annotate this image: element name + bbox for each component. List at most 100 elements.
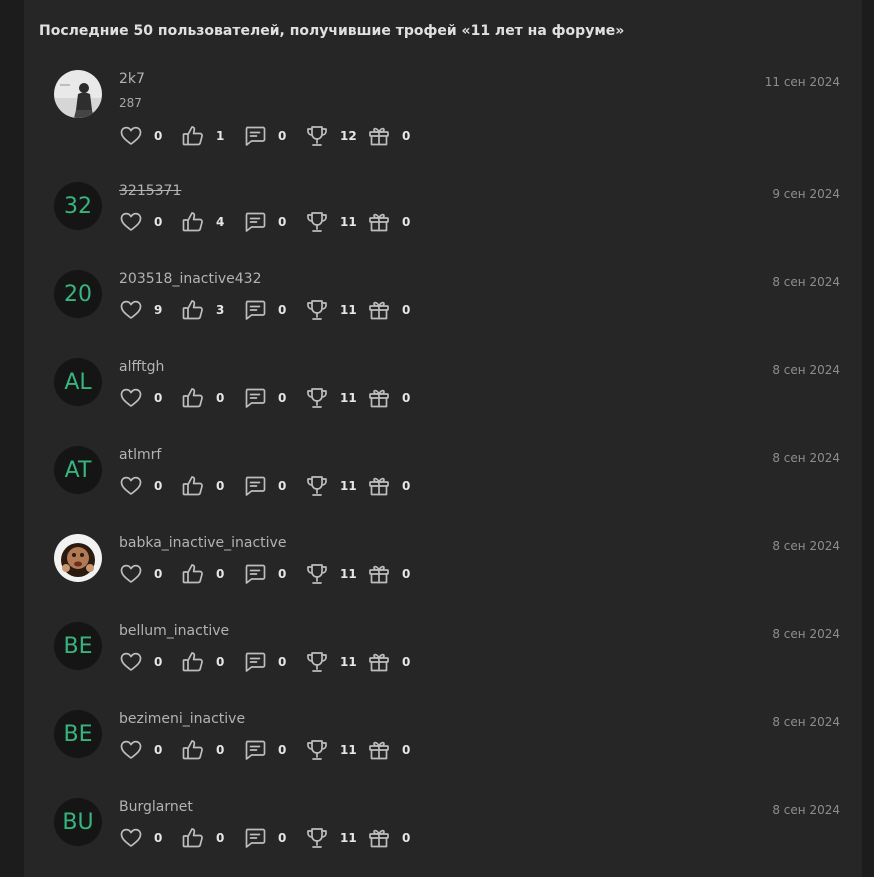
thumbs-up-icon — [181, 826, 205, 850]
list-item: 32 3215371 9 сен 2024 0 4 0 11 0 — [24, 170, 862, 258]
gift-icon — [367, 386, 391, 410]
thumbs-up-icon — [181, 210, 205, 234]
avatar[interactable]: 32 — [54, 182, 102, 230]
list-item: babka_inactive_inactive 8 сен 2024 0 0 0… — [24, 522, 862, 610]
stat-trophies: 11 — [305, 298, 367, 322]
stat-trophies: 11 — [305, 474, 367, 498]
avatar[interactable]: AT — [54, 446, 102, 494]
trophy-icon — [305, 386, 329, 410]
stat-thumbs: 0 — [181, 562, 243, 586]
user-stats: 0 0 0 11 0 — [119, 738, 429, 762]
trophies-count: 11 — [340, 567, 357, 581]
stat-thumbs: 3 — [181, 298, 243, 322]
award-date: 8 сен 2024 — [772, 715, 840, 729]
trophies-count: 11 — [340, 479, 357, 493]
messages-count: 0 — [278, 215, 287, 229]
trophy-icon — [305, 474, 329, 498]
likes-count: 0 — [154, 655, 163, 669]
stat-thumbs: 0 — [181, 738, 243, 762]
username[interactable]: 2k7 — [119, 71, 145, 87]
award-date: 8 сен 2024 — [772, 539, 840, 553]
avatar[interactable] — [54, 70, 102, 118]
trophy-icon — [305, 210, 329, 234]
avatar[interactable] — [54, 534, 102, 582]
award-date: 8 сен 2024 — [772, 627, 840, 641]
stat-gifts: 0 — [367, 474, 429, 498]
thumbs-count: 4 — [216, 215, 225, 229]
username[interactable]: 203518_inactive432 — [119, 271, 261, 287]
messages-count: 0 — [278, 567, 287, 581]
stat-trophies: 11 — [305, 826, 367, 850]
user-stats: 0 0 0 11 0 — [119, 562, 429, 586]
stat-likes: 0 — [119, 124, 181, 148]
thumbs-up-icon — [181, 562, 205, 586]
stat-gifts: 0 — [367, 738, 429, 762]
avatar[interactable]: 20 — [54, 270, 102, 318]
trophy-icon — [305, 298, 329, 322]
gifts-count: 0 — [402, 655, 411, 669]
likes-count: 0 — [154, 391, 163, 405]
message-icon — [243, 474, 267, 498]
likes-count: 0 — [154, 831, 163, 845]
stat-gifts: 0 — [367, 562, 429, 586]
heart-icon — [119, 474, 143, 498]
stat-thumbs: 0 — [181, 474, 243, 498]
heart-icon — [119, 738, 143, 762]
heart-icon — [119, 298, 143, 322]
stat-messages: 0 — [243, 738, 305, 762]
message-icon — [243, 738, 267, 762]
award-date: 9 сен 2024 — [772, 187, 840, 201]
heart-icon — [119, 826, 143, 850]
user-stats: 0 4 0 11 0 — [119, 210, 429, 234]
thumbs-up-icon — [181, 124, 205, 148]
gift-icon — [367, 650, 391, 674]
trophy-icon — [305, 124, 329, 148]
thumbs-count: 3 — [216, 303, 225, 317]
messages-count: 0 — [278, 391, 287, 405]
thumbs-count: 0 — [216, 479, 225, 493]
trophies-count: 11 — [340, 215, 357, 229]
thumbs-count: 0 — [216, 391, 225, 405]
gifts-count: 0 — [402, 479, 411, 493]
stat-messages: 0 — [243, 650, 305, 674]
stat-thumbs: 0 — [181, 826, 243, 850]
stat-messages: 0 — [243, 562, 305, 586]
messages-count: 0 — [278, 129, 287, 143]
stat-gifts: 0 — [367, 298, 429, 322]
avatar[interactable]: BU — [54, 798, 102, 846]
username[interactable]: atlmrf — [119, 447, 161, 463]
message-icon — [243, 210, 267, 234]
username[interactable]: alfftgh — [119, 359, 164, 375]
username[interactable]: babka_inactive_inactive — [119, 535, 286, 551]
likes-count: 0 — [154, 129, 163, 143]
stat-thumbs: 0 — [181, 650, 243, 674]
gift-icon — [367, 826, 391, 850]
message-icon — [243, 298, 267, 322]
thumbs-count: 0 — [216, 743, 225, 757]
award-date: 8 сен 2024 — [772, 451, 840, 465]
likes-count: 0 — [154, 743, 163, 757]
stat-messages: 0 — [243, 298, 305, 322]
thumbs-count: 1 — [216, 129, 225, 143]
stat-thumbs: 0 — [181, 386, 243, 410]
avatar[interactable]: BE — [54, 622, 102, 670]
stat-messages: 0 — [243, 474, 305, 498]
avatar[interactable]: BE — [54, 710, 102, 758]
username[interactable]: Burglarnet — [119, 799, 193, 815]
page-title: Последние 50 пользователей, получившие т… — [39, 23, 625, 39]
stat-messages: 0 — [243, 386, 305, 410]
avatar[interactable]: AL — [54, 358, 102, 406]
stat-trophies: 11 — [305, 210, 367, 234]
thumbs-up-icon — [181, 386, 205, 410]
username[interactable]: bellum_inactive — [119, 623, 229, 639]
list-item: AL alfftgh 8 сен 2024 0 0 0 11 0 — [24, 346, 862, 434]
gifts-count: 0 — [402, 129, 411, 143]
user-subvalue: 287 — [119, 96, 142, 110]
gifts-count: 0 — [402, 831, 411, 845]
username[interactable]: 3215371 — [119, 183, 181, 199]
message-icon — [243, 650, 267, 674]
list-item: BU Burglarnet 8 сен 2024 0 0 0 11 0 — [24, 786, 862, 874]
username[interactable]: bezimeni_inactive — [119, 711, 245, 727]
stat-likes: 0 — [119, 562, 181, 586]
thumbs-up-icon — [181, 650, 205, 674]
